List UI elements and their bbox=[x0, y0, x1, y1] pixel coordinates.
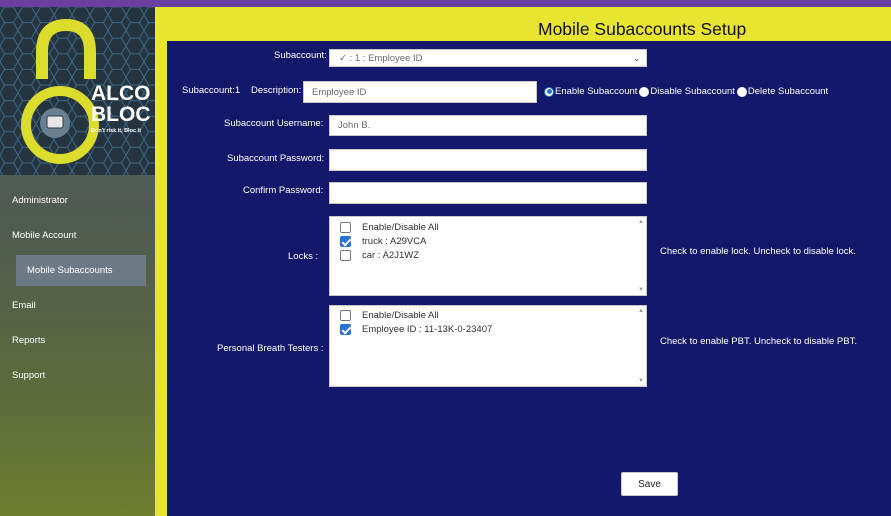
description-field[interactable]: Employee ID bbox=[303, 81, 537, 103]
save-button[interactable]: Save bbox=[621, 472, 678, 496]
pbt-listbox[interactable]: Enable/Disable All Employee ID : 11-13K-… bbox=[329, 305, 647, 387]
confirm-password-field[interactable] bbox=[329, 182, 647, 204]
sidebar-item-label: Mobile Subaccounts bbox=[27, 265, 113, 276]
password-label: Subaccount Password: bbox=[227, 153, 325, 164]
radio-label: Delete Subaccount bbox=[747, 86, 829, 97]
list-item-label: truck : A29VCA bbox=[362, 236, 427, 247]
list-item[interactable]: truck : A29VCA bbox=[340, 236, 426, 247]
password-field[interactable] bbox=[329, 149, 647, 171]
checkbox-checked-icon[interactable] bbox=[340, 324, 351, 335]
scroll-down-icon[interactable]: ▼ bbox=[638, 378, 644, 384]
username-label: Subaccount Username: bbox=[224, 118, 324, 129]
locks-hint: Check to enable lock. Uncheck to disable… bbox=[660, 246, 856, 257]
main-panel: Subaccount: ✓ : 1 : Employee ID ⌄ Subacc… bbox=[167, 41, 891, 516]
checkbox-checked-icon[interactable] bbox=[340, 236, 351, 247]
radio-delete-subaccount[interactable]: Delete Subaccount bbox=[736, 86, 829, 97]
page-title: Mobile Subaccounts Setup bbox=[538, 19, 747, 39]
list-item-label: Enable/Disable All bbox=[362, 310, 439, 321]
page-header: Mobile Subaccounts Setup bbox=[167, 7, 891, 41]
sidebar: ALCO BLOC Don't risk it, Bloc it Adminis… bbox=[0, 7, 155, 516]
radio-enable-subaccount[interactable]: Enable Subaccount bbox=[544, 86, 637, 97]
subaccount-id-label: Subaccount:1 bbox=[182, 85, 241, 96]
list-item[interactable]: Enable/Disable All bbox=[340, 222, 439, 233]
brand-name-line1: ALCO bbox=[91, 82, 151, 105]
subaccount-select[interactable]: ✓ : 1 : Employee ID ⌄ bbox=[329, 49, 647, 67]
list-item-label: Enable/Disable All bbox=[362, 222, 439, 233]
sidebar-item-label: Mobile Account bbox=[12, 230, 77, 241]
radio-unselected-icon bbox=[639, 86, 650, 97]
chevron-down-icon: ⌄ bbox=[633, 54, 640, 63]
locks-listbox[interactable]: Enable/Disable All truck : A29VCA car : … bbox=[329, 216, 647, 296]
subaccount-label: Subaccount: bbox=[274, 50, 327, 61]
radio-label: Disable Subaccount bbox=[650, 86, 735, 97]
list-item[interactable]: car : A2J1WZ bbox=[340, 250, 419, 261]
radio-disable-subaccount[interactable]: Disable Subaccount bbox=[639, 86, 735, 97]
sidebar-item-administrator[interactable]: Administrator bbox=[0, 183, 155, 218]
confirm-password-label: Confirm Password: bbox=[243, 185, 324, 196]
logo-area: ALCO BLOC Don't risk it, Bloc it bbox=[0, 7, 155, 175]
scroll-down-icon[interactable]: ▼ bbox=[638, 287, 644, 293]
sidebar-item-label: Reports bbox=[12, 335, 46, 346]
sidebar-item-email[interactable]: Email bbox=[0, 288, 155, 323]
description-label: Description: bbox=[251, 85, 302, 96]
list-item[interactable]: Employee ID : 11-13K-0-23407 bbox=[340, 324, 492, 335]
scroll-up-icon[interactable]: ▲ bbox=[638, 219, 644, 225]
brand-tagline: Don't risk it, Bloc it bbox=[91, 128, 141, 134]
description-value: Employee ID bbox=[312, 86, 367, 98]
yellow-divider bbox=[155, 7, 167, 516]
subaccount-select-value: ✓ : 1 : Employee ID bbox=[339, 52, 423, 64]
list-item-label: car : A2J1WZ bbox=[362, 250, 420, 261]
brand-name-line2: BLOC bbox=[91, 103, 151, 126]
checkbox-unchecked-icon[interactable] bbox=[340, 250, 351, 261]
username-value: John B. bbox=[338, 120, 371, 131]
sidebar-item-label: Administrator bbox=[12, 195, 68, 206]
radio-unselected-icon bbox=[736, 86, 747, 97]
pbt-label: Personal Breath Testers : bbox=[217, 343, 324, 354]
sidebar-item-reports[interactable]: Reports bbox=[0, 323, 155, 358]
checkbox-unchecked-icon[interactable] bbox=[340, 222, 351, 233]
sidebar-item-label: Support bbox=[12, 370, 46, 381]
sidebar-item-mobile-subaccounts[interactable]: Mobile Subaccounts bbox=[16, 255, 146, 286]
radio-selected-icon bbox=[544, 86, 554, 97]
list-item[interactable]: Enable/Disable All bbox=[340, 310, 439, 321]
sidebar-item-support[interactable]: Support bbox=[0, 358, 155, 393]
sidebar-nav: Administrator Mobile Account Mobile Suba… bbox=[0, 183, 155, 393]
username-field[interactable]: John B. bbox=[329, 115, 647, 136]
scroll-up-icon[interactable]: ▲ bbox=[638, 308, 644, 314]
sidebar-item-mobile-account[interactable]: Mobile Account bbox=[0, 218, 155, 253]
radio-label: Enable Subaccount bbox=[555, 86, 638, 97]
pbt-hint: Check to enable PBT. Uncheck to disable … bbox=[660, 336, 857, 347]
top-accent-bar bbox=[0, 0, 891, 7]
locks-label: Locks : bbox=[288, 251, 319, 262]
checkbox-unchecked-icon[interactable] bbox=[340, 310, 351, 321]
sidebar-item-label: Email bbox=[12, 300, 36, 311]
list-item-label: Employee ID : 11-13K-0-23407 bbox=[362, 324, 493, 335]
subaccount-status-radios: Enable Subaccount Disable Subaccount Del… bbox=[544, 86, 830, 97]
